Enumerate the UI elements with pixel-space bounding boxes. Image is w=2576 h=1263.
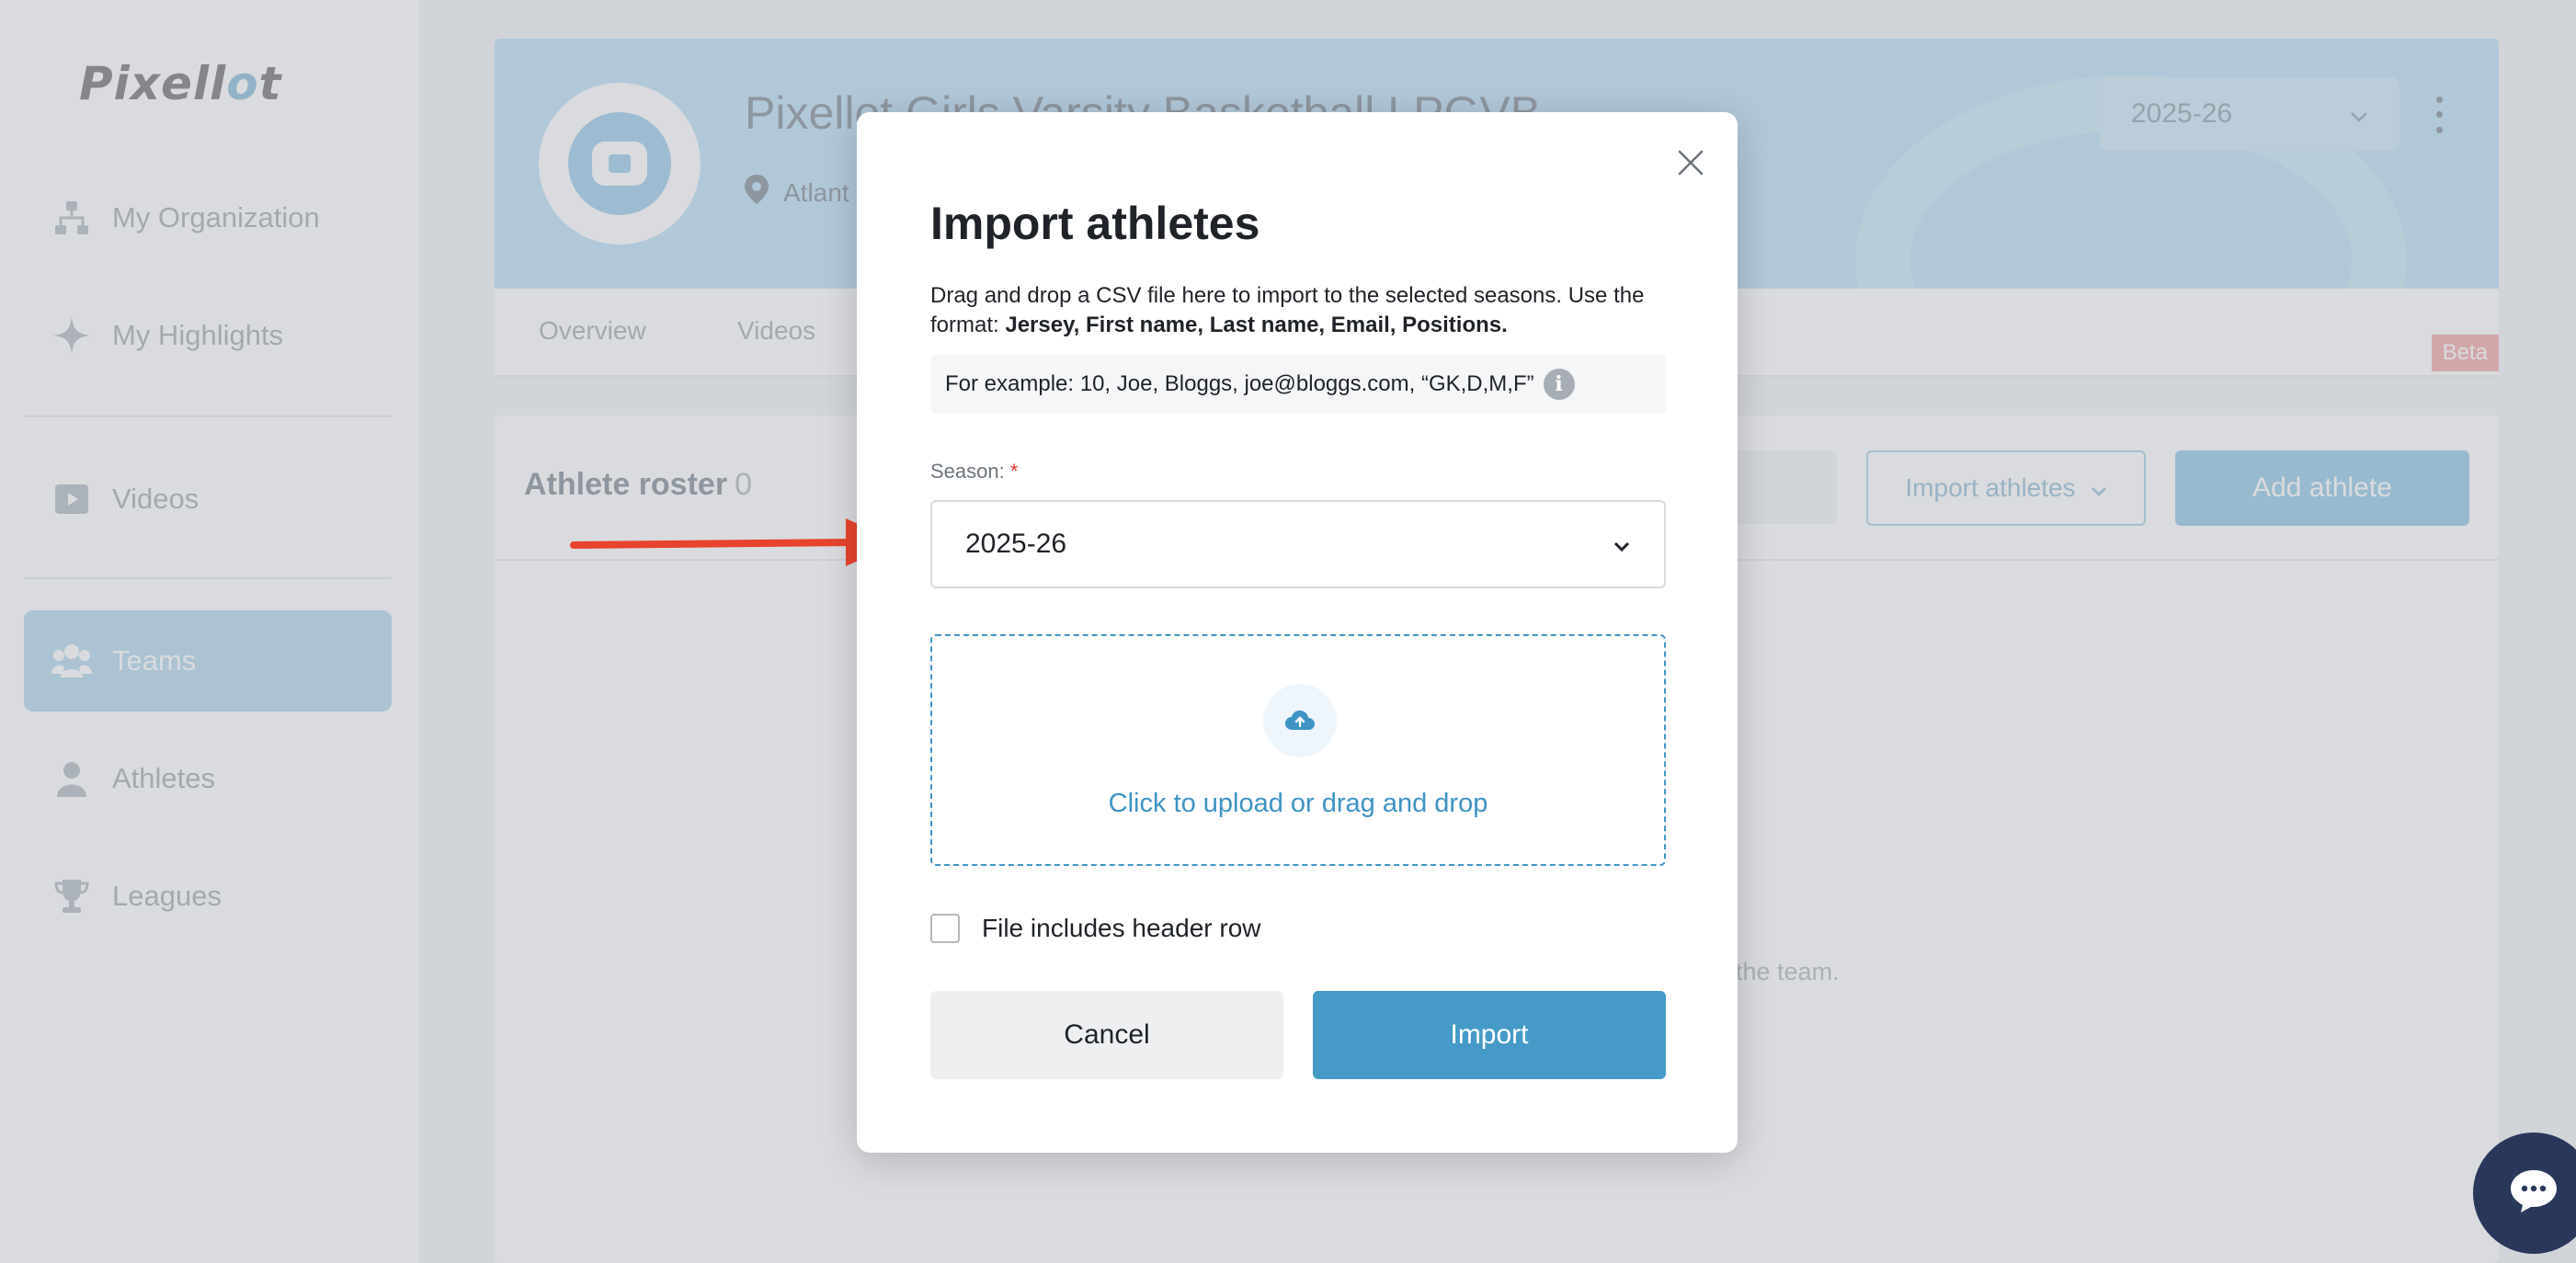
csv-format: Jersey, First name, Last name, Email, Po… <box>1005 313 1508 337</box>
csv-example: For example: 10, Joe, Bloggs, joe@bloggs… <box>930 355 1666 414</box>
import-button[interactable]: Import <box>1313 991 1666 1079</box>
csv-dropzone[interactable]: Click to upload or drag and drop <box>930 634 1666 866</box>
annotation-arrow <box>570 518 899 566</box>
season-label: Season: * <box>930 460 1019 483</box>
cancel-button[interactable]: Cancel <box>930 991 1283 1079</box>
close-icon <box>1678 150 1704 180</box>
modal-title: Import athletes <box>930 198 1260 249</box>
season-select[interactable]: 2025-26 <box>930 500 1666 588</box>
cloud-upload-icon <box>1263 684 1337 757</box>
info-icon[interactable]: i <box>1543 369 1575 400</box>
required-marker: * <box>1009 460 1019 483</box>
upload-prompt[interactable]: Click to upload or drag and drop <box>932 789 1664 819</box>
modal-description: Drag and drop a CSV file here to import … <box>930 283 1645 337</box>
header-row-checkbox[interactable] <box>930 914 960 943</box>
close-modal-button[interactable] <box>1670 143 1712 186</box>
header-row-option: File includes header row <box>930 914 1261 943</box>
import-athletes-modal: Import athletes Drag and drop a CSV file… <box>857 112 1738 1153</box>
header-row-label[interactable]: File includes header row <box>982 914 1261 943</box>
chat-icon <box>2509 1168 2559 1219</box>
chevron-down-icon <box>1613 529 1631 560</box>
